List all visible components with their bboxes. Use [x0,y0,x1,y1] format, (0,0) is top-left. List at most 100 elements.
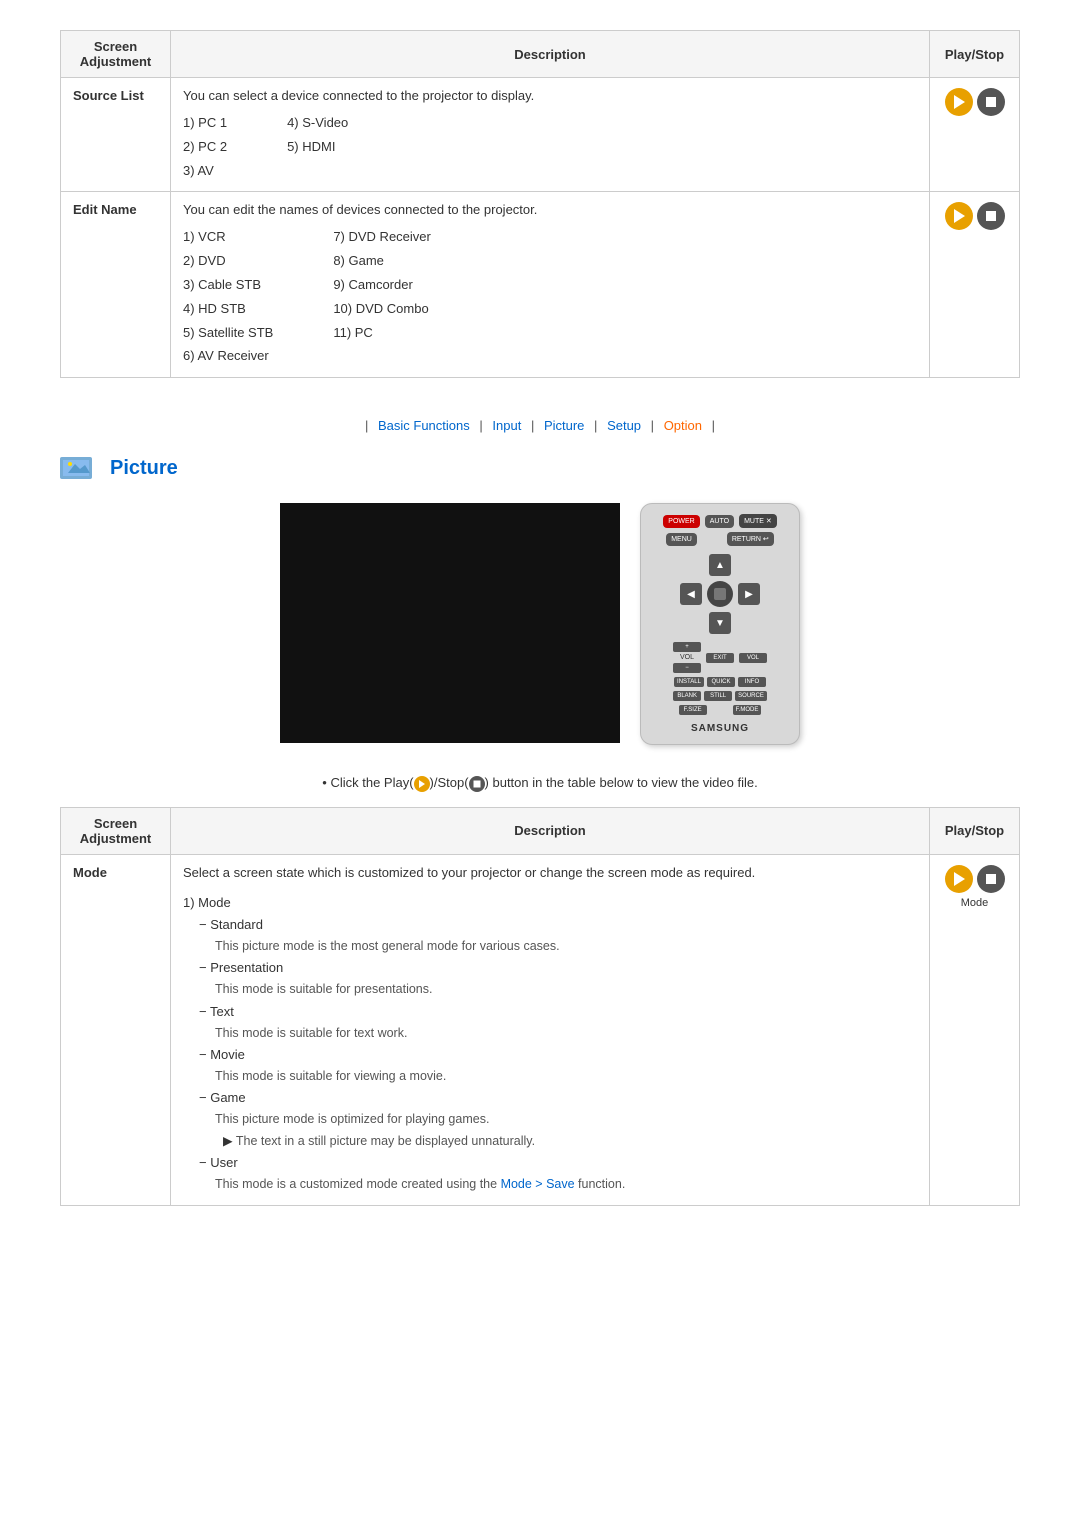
mode-sub-item: − User [199,1152,917,1174]
t1-desc-1: You can edit the names of devices connec… [171,192,930,378]
col2-header-playstop: Play/Stop [930,807,1020,854]
remote-install-btn[interactable]: INSTALL [674,677,704,687]
remote-brand: SAMSUNG [691,723,749,734]
mode-sub-item: − Movie [199,1044,917,1066]
list-item: 4) HD STB [183,299,273,320]
mode-sub-item: − Text [199,1001,917,1023]
col-header-adjustment: Screen Adjustment [61,31,171,78]
playstop-buttons [942,88,1007,116]
mode-sub-item: − Game [199,1087,917,1109]
dpad-up[interactable]: ▲ [709,554,731,576]
navigation-bar: | Basic Functions | Input | Picture | Se… [60,418,1020,433]
mode-note: The text in a still picture may be displ… [223,1131,917,1152]
mode-save-link[interactable]: Mode > Save [501,1177,575,1191]
play-button[interactable] [945,865,973,893]
mode-title: 1) Mode [183,892,917,914]
remote-fmode-btn[interactable]: F.MODE [733,705,762,715]
list-item: 4) S-Video [287,113,348,134]
dpad-down[interactable]: ▼ [709,612,731,634]
play-button[interactable] [945,202,973,230]
list-item: 5) HDMI [287,137,348,158]
playstop-buttons [942,202,1007,230]
dpad-center[interactable] [707,581,733,607]
nav-setup[interactable]: Setup [607,418,641,433]
remote-info-btn[interactable]: INFO [738,677,766,687]
playstop-buttons [942,865,1007,893]
remote-vol-up[interactable]: + [673,642,701,652]
list-item: 1) PC 1 [183,113,227,134]
dpad-right[interactable]: ▶ [738,583,760,605]
t2-desc-0: Select a screen state which is customize… [171,854,930,1205]
list-item: 10) DVD Combo [333,299,431,320]
mode-sub-item: − Presentation [199,957,917,979]
stop-button[interactable] [977,202,1005,230]
dpad-left[interactable]: ◀ [680,583,702,605]
list-item: 2) DVD [183,251,273,272]
nav-input[interactable]: Input [492,418,521,433]
stop-button[interactable] [977,88,1005,116]
t1-two-col-0: 1) PC 1 2) PC 2 3) AV 4) S-Video 5) HDMI [183,113,917,181]
mode-sub-desc-link: This mode is a customized mode created u… [215,1174,917,1195]
list-item: 5) Satellite STB [183,323,273,344]
nav-picture[interactable]: Picture [544,418,584,433]
remote-quick-btn[interactable]: QUICK [707,677,735,687]
t1-label-1: Edit Name [61,192,171,378]
mode-sub-desc: This picture mode is optimized for playi… [215,1109,917,1130]
remote-vol-btn[interactable]: VOL [739,653,767,663]
list-item: 6) AV Receiver [183,346,273,367]
list-item: 11) PC [333,323,431,344]
picture-area: POWER AUTO MUTE ✕ MENU RETURN ↩ ▲ ◀ ▶ ▼ … [60,503,1020,745]
remote-source-btn[interactable]: SOURCE [735,691,767,701]
mode-group: 1) Mode− StandardThis picture mode is th… [183,892,917,1195]
picture-title: Picture [110,457,178,480]
button-sub-label: Mode [942,897,1007,909]
t2-playstop-0: Mode [930,854,1020,1205]
t1-two-col-1: 1) VCR 2) DVD 3) Cable STB 4) HD STB 5) Sate… [183,227,917,367]
col2-header-adjustment: Screen Adjustment [61,807,171,854]
list-item: 8) Game [333,251,431,272]
list-item: 3) AV [183,161,227,182]
remote-auto-btn[interactable]: AUTO [705,515,734,528]
remote-still-btn[interactable]: STILL [704,691,732,701]
t1-playstop-0 [930,78,1020,192]
t1-playstop-1 [930,192,1020,378]
t1-desc-0: You can select a device connected to the… [171,78,930,192]
play-button[interactable] [945,88,973,116]
t1-label-0: Source List [61,78,171,192]
picture-table: Screen Adjustment Description Play/Stop … [60,807,1020,1206]
nav-option[interactable]: Option [664,418,702,433]
remote-return-btn[interactable]: RETURN ↩ [727,532,774,546]
picture-section-header: Picture [60,453,1020,483]
remote-power-btn[interactable]: POWER [663,515,699,528]
list-item: 1) VCR [183,227,273,248]
list-item: 7) DVD Receiver [333,227,431,248]
remote-exit-btn[interactable]: EXIT [706,653,734,663]
list-item: 3) Cable STB [183,275,273,296]
screen-preview [280,503,620,743]
mode-sub-item: − Standard [199,914,917,936]
remote-control: POWER AUTO MUTE ✕ MENU RETURN ↩ ▲ ◀ ▶ ▼ … [640,503,800,745]
mode-sub-desc: This picture mode is the most general mo… [215,936,917,957]
stop-button[interactable] [977,865,1005,893]
mode-sub-desc: This mode is suitable for viewing a movi… [215,1066,917,1087]
mode-sub-desc: This mode is suitable for presentations. [215,979,917,1000]
nav-sep-start: | [365,418,368,433]
remote-blank-btn[interactable]: BLANK [673,691,701,701]
nav-basic-functions[interactable]: Basic Functions [378,418,470,433]
mode-sub-desc: This mode is suitable for text work. [215,1023,917,1044]
remote-vol-down[interactable]: − [673,663,701,673]
t2-label-0: Mode [61,854,171,1205]
source-table: Screen Adjustment Description Play/Stop … [60,30,1020,378]
remote-mute-btn[interactable]: MUTE ✕ [739,514,777,528]
play-icon-inline [414,776,430,792]
remote-dpad: ▲ ◀ ▶ ▼ [680,554,760,634]
list-item: 2) PC 2 [183,137,227,158]
remote-menu-btn[interactable]: MENU [666,533,697,546]
col2-header-description: Description [171,807,930,854]
list-item: 9) Camcorder [333,275,431,296]
picture-icon [60,453,100,483]
remote-fsize-btn[interactable]: F.SIZE [679,705,707,715]
stop-icon-inline [469,776,485,792]
col-header-playstop: Play/Stop [930,31,1020,78]
col-header-description: Description [171,31,930,78]
